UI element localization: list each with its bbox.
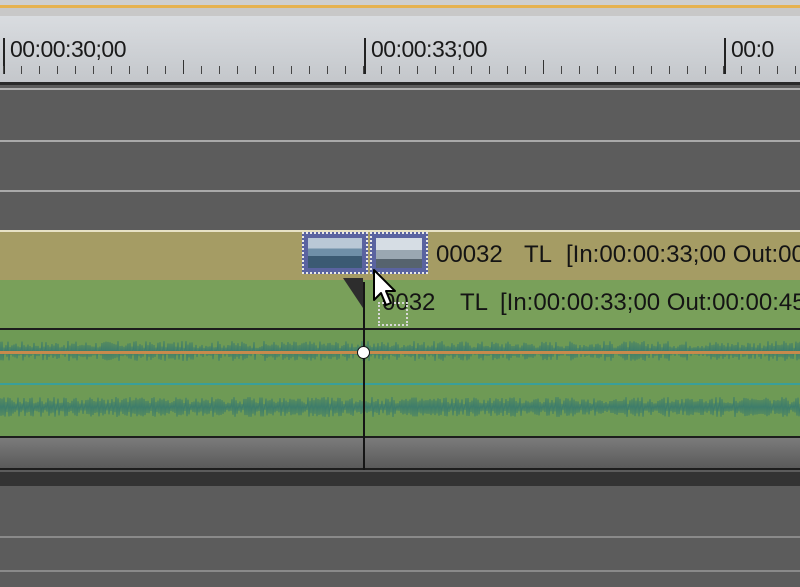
track-separator [0, 570, 800, 572]
ruler-minor-tick [309, 66, 310, 74]
ruler-minor-tick [3, 66, 4, 74]
empty-track-2[interactable] [0, 142, 800, 190]
playhead-line[interactable] [363, 282, 365, 470]
ruler-minor-tick [39, 66, 40, 74]
ruler-timecode: 00:00:33;00 [371, 36, 488, 62]
timeline-panel: 00:00:30;00 00:00:33;00 00:0 00032 TL [I… [0, 0, 800, 587]
empty-track-3[interactable] [0, 192, 800, 230]
ruler-minor-tick [147, 66, 148, 74]
ruler-minor-tick [651, 66, 652, 74]
ruler-minor-tick [507, 66, 508, 74]
ruler-minor-tick [741, 66, 742, 74]
audio-clip-track-label: TL [460, 289, 489, 316]
trim-handle[interactable] [343, 278, 363, 308]
ruler-minor-tick [669, 66, 670, 74]
video-clip-track: TL [524, 241, 553, 268]
ruler-timecode: 00:00:30;00 [10, 36, 127, 62]
ruler-minor-tick [723, 66, 724, 74]
ruler-minor-tick [327, 66, 328, 74]
ruler-minor-tick [489, 66, 490, 74]
ruler-minor-tick [255, 66, 256, 74]
ruler-minor-tick [201, 66, 202, 74]
ruler-major-tick [364, 38, 366, 74]
video-clip-in-out: [In:00:00:33;00 Out:00 [566, 241, 800, 268]
ruler-minor-tick [561, 66, 562, 74]
thumbnail-image [308, 238, 362, 268]
ruler-minor-tick [129, 66, 130, 74]
ruler-minor-tick [543, 60, 544, 74]
ruler-major-tick [724, 38, 726, 74]
ruler-minor-tick [705, 66, 706, 74]
ruler-minor-tick [363, 66, 364, 74]
ruler-minor-tick [687, 66, 688, 74]
ruler-minor-tick [633, 66, 634, 74]
ruler-minor-tick [381, 66, 382, 74]
track-footer [0, 438, 800, 470]
video-clip-name: 00032 [436, 241, 503, 268]
ruler-minor-tick [183, 60, 184, 74]
waveform-path [0, 396, 800, 418]
volume-line[interactable] [0, 351, 800, 354]
ruler-minor-tick [777, 66, 778, 74]
pan-line[interactable] [0, 383, 800, 385]
ruler-minor-tick [21, 66, 22, 74]
audio-clip-in-out: [In:00:00:33;00 Out:00:00:45 [500, 289, 800, 316]
audio-waveform-track[interactable] [0, 330, 800, 438]
ruler-minor-tick [237, 66, 238, 74]
ruler-timecode: 00:0 [731, 36, 774, 62]
ruler-minor-tick [525, 66, 526, 74]
track-divider [0, 472, 800, 486]
ruler-minor-tick [417, 66, 418, 74]
ruler-minor-tick [435, 66, 436, 74]
ruler-minor-tick [579, 66, 580, 74]
empty-track-1[interactable] [0, 88, 800, 142]
mouse-pointer-icon [373, 269, 396, 306]
ruler-minor-tick [615, 66, 616, 74]
ruler-minor-tick [471, 66, 472, 74]
ruler-minor-tick [399, 66, 400, 74]
clip-thumbnail-start[interactable] [302, 232, 368, 274]
ruler-minor-tick [759, 66, 760, 74]
ruler-minor-tick [165, 66, 166, 74]
ruler-minor-tick [291, 66, 292, 74]
empty-track-lower[interactable] [0, 470, 800, 587]
ruler-minor-tick [795, 66, 796, 74]
ruler-minor-tick [453, 66, 454, 74]
keyframe-point-icon[interactable] [357, 346, 370, 359]
thumbnail-image [376, 238, 422, 268]
ruler-minor-tick [219, 66, 220, 74]
ruler-minor-tick [273, 66, 274, 74]
time-ruler[interactable]: 00:00:30;00 00:00:33;00 00:0 [0, 16, 800, 85]
waveform-channel-2 [0, 396, 800, 418]
ruler-minor-tick [75, 66, 76, 74]
ruler-minor-tick [93, 66, 94, 74]
ruler-minor-tick [345, 66, 346, 74]
track-separator [0, 536, 800, 538]
timeline-top-bar [0, 0, 800, 16]
ruler-minor-tick [597, 66, 598, 74]
ruler-minor-tick [57, 66, 58, 74]
ruler-minor-tick [111, 66, 112, 74]
